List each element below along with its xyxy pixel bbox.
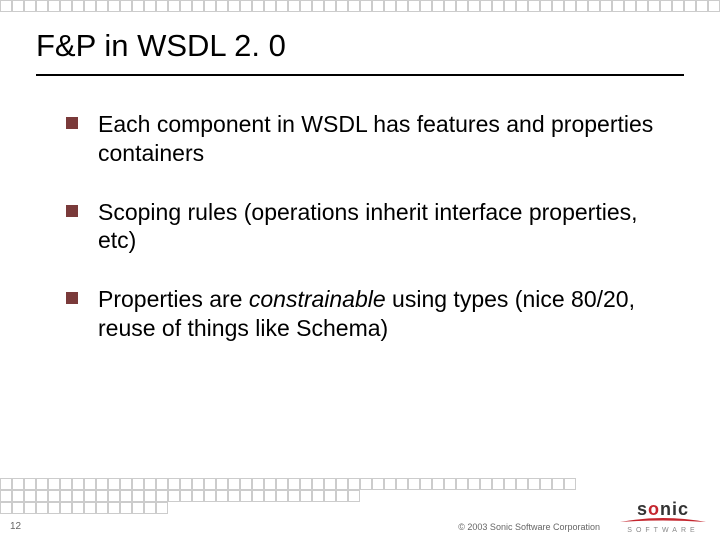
bullet-text: Each component in WSDL has features and … [98,110,670,168]
copyright-text: © 2003 Sonic Software Corporation [458,522,600,532]
bullet-marker-icon [66,205,78,217]
bottom-decorative-squares [0,478,576,514]
slide-number: 12 [10,521,21,532]
bullet-marker-icon [66,292,78,304]
bullet-item: Scoping rules (operations inherit interf… [66,198,670,256]
title-underline [36,74,684,76]
logo-swoosh-icon [620,516,706,526]
bullet-item: Properties are constrainable using types… [66,285,670,343]
logo-subtext: SOFTWARE [627,527,698,534]
slide-title: F&P in WSDL 2. 0 [36,28,286,64]
sonic-logo: sonic SOFTWARE [620,500,706,534]
bullet-item: Each component in WSDL has features and … [66,110,670,168]
bullet-text: Properties are constrainable using types… [98,285,670,343]
slide-body: Each component in WSDL has features and … [66,110,670,373]
bullet-text: Scoping rules (operations inherit interf… [98,198,670,256]
top-decorative-squares [0,0,720,12]
bullet-marker-icon [66,117,78,129]
